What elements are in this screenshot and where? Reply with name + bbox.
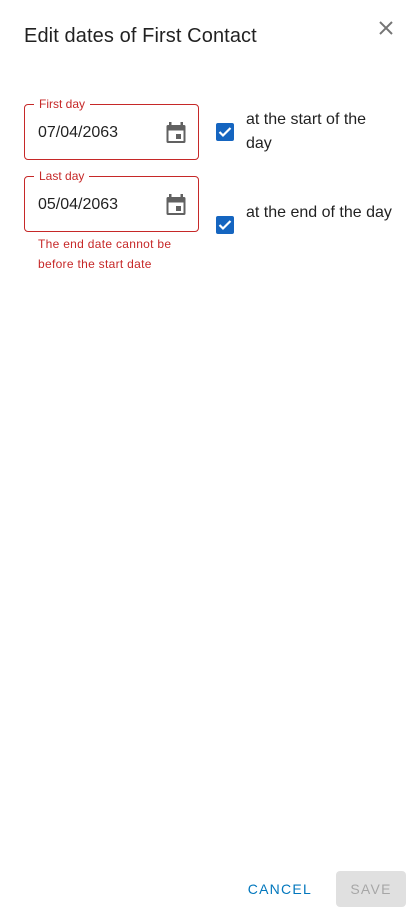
first-day-input[interactable] (38, 123, 148, 143)
end-of-day-checkbox[interactable] (216, 216, 234, 234)
check-icon (218, 220, 232, 231)
first-day-calendar-button[interactable] (162, 119, 190, 147)
edit-dates-dialog: Edit dates of First Contact First day at… (0, 0, 414, 915)
last-day-input[interactable] (38, 195, 148, 215)
end-of-day-label: at the end of the day (246, 204, 392, 221)
save-button[interactable]: SAVE (336, 871, 406, 907)
calendar-icon (166, 194, 186, 215)
cancel-button[interactable]: CANCEL (232, 871, 328, 907)
first-day-field: First day (24, 97, 199, 160)
dialog-actions: CANCEL SAVE (232, 871, 406, 907)
close-icon (379, 21, 393, 35)
first-day-label: First day (34, 97, 91, 111)
start-of-day-checkbox[interactable] (216, 123, 234, 141)
last-day-calendar-button[interactable] (162, 191, 190, 219)
close-button[interactable] (370, 12, 402, 44)
last-day-field: Last day (24, 169, 199, 232)
calendar-icon (166, 122, 186, 143)
last-day-label: Last day (34, 169, 90, 183)
start-of-day-label: at the start of the day (246, 111, 367, 152)
dialog-title: Edit dates of First Contact (24, 25, 257, 47)
last-day-error-text: The end date cannot be before the start … (38, 237, 172, 271)
check-icon (218, 127, 232, 138)
